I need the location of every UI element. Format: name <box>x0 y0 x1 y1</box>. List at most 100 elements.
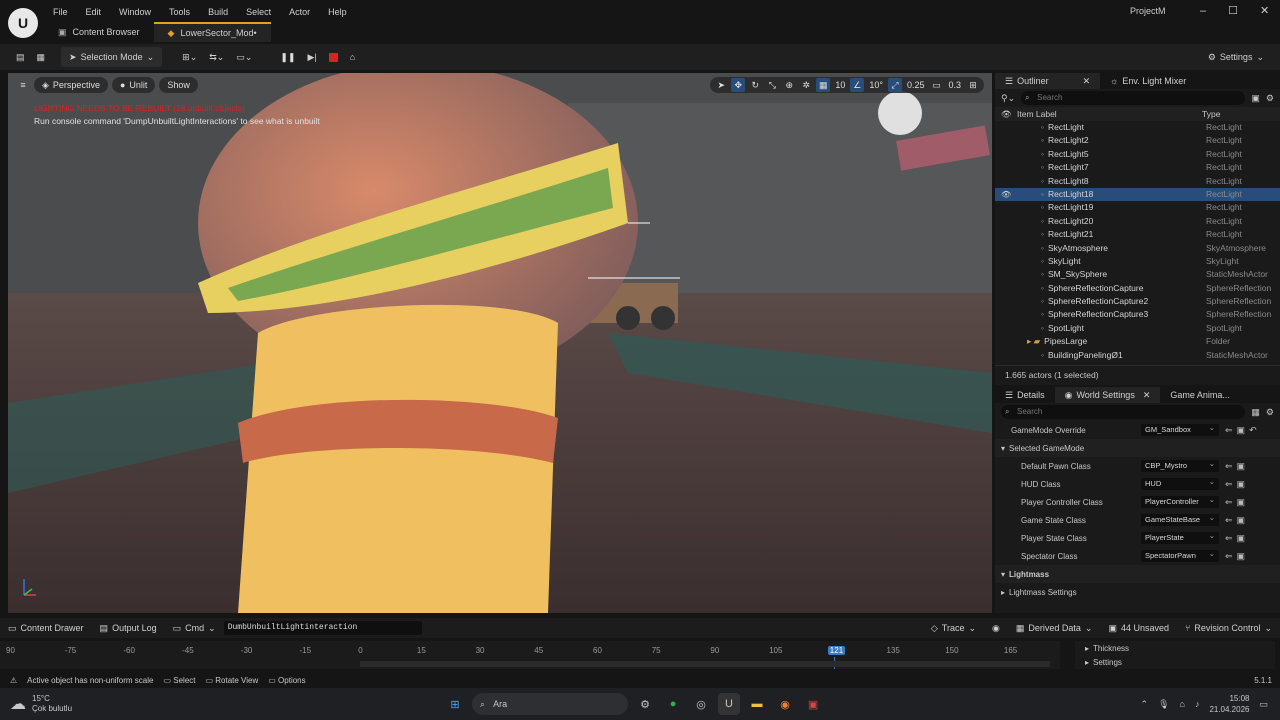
outliner-row[interactable]: ▸ ▰ PipesLarge Folder <box>995 335 1280 348</box>
camera-speed-icon[interactable]: ▭ <box>929 78 943 92</box>
visibility-icon[interactable] <box>995 282 1011 295</box>
close-icon[interactable]: ✕ <box>1260 4 1269 17</box>
cmd-selector[interactable]: ▭ Cmd ⌄ <box>165 618 224 638</box>
visibility-icon[interactable] <box>995 255 1011 268</box>
console-input[interactable]: DumbUnbuiltLightinteraction <box>223 621 422 635</box>
add-actor-button[interactable]: ⊞⌄ <box>176 47 203 67</box>
timeline-track[interactable] <box>360 661 1050 667</box>
find-asset-icon[interactable]: ▣ <box>1237 533 1246 544</box>
rotation-snap-value[interactable]: 10° <box>867 80 885 90</box>
visibility-icon[interactable] <box>995 228 1011 241</box>
browse-asset-icon[interactable]: ⇐ <box>1225 479 1233 490</box>
add-folder-icon[interactable]: ▣ <box>1251 93 1260 104</box>
visibility-icon[interactable] <box>995 349 1011 362</box>
outliner-row[interactable]: ◦ SpotLight SpotLight <box>995 322 1280 335</box>
stop-button[interactable] <box>323 47 344 67</box>
eject-button[interactable]: ⌂ <box>344 47 361 67</box>
step-button[interactable]: ▶| <box>302 47 323 67</box>
menu-tools[interactable]: Tools <box>160 0 199 24</box>
selection-mode-button[interactable]: ➤ Selection Mode ⌄ <box>61 47 163 67</box>
unlit-button[interactable]: ● Unlit <box>111 77 156 93</box>
media-app-icon[interactable]: ▣ <box>802 693 824 715</box>
thickness-section[interactable]: ▸ Thickness <box>1075 641 1275 655</box>
tab-content-browser[interactable]: ▣ Content Browser <box>44 22 154 42</box>
menu-select[interactable]: Select <box>237 0 280 24</box>
property-dropdown[interactable]: CBP_Mystro <box>1141 458 1219 472</box>
settings-section[interactable]: ▸ Settings <box>1075 655 1275 669</box>
save-icon[interactable]: ▤ <box>10 47 31 67</box>
unreal-logo-icon[interactable]: U <box>8 8 38 38</box>
scale-snap-icon[interactable]: ⤢ <box>887 78 902 92</box>
microphone-icon[interactable]: 🎙 <box>1158 699 1169 710</box>
tab-details[interactable]: ☰ Details <box>995 387 1055 403</box>
find-asset-icon[interactable]: ▣ <box>1237 461 1246 472</box>
steam-icon[interactable]: ◎ <box>690 693 712 715</box>
rotate-tool-icon[interactable]: ↻ <box>748 78 762 92</box>
outliner-row[interactable]: ◦ SkyLight SkyLight <box>995 255 1280 268</box>
file-explorer-icon[interactable]: ▬ <box>746 693 768 715</box>
outliner-row[interactable]: ◦ RectLight8 RectLight <box>995 175 1280 188</box>
filter-icon[interactable]: ⚲⌄ <box>1001 93 1015 104</box>
unsaved-button[interactable]: ▣ 44 Unsaved <box>1100 618 1177 638</box>
outliner-search-input[interactable]: ⌕ Search <box>1021 91 1246 105</box>
surface-snap-icon[interactable]: ✲ <box>799 78 813 92</box>
derived-data-button[interactable]: ▦ Derived Data ⌄ <box>1008 618 1101 638</box>
maximize-icon[interactable]: ☐ <box>1228 4 1238 17</box>
menu-window[interactable]: Window <box>110 0 160 24</box>
translate-tool-icon[interactable]: ✥ <box>731 78 746 92</box>
settings-button[interactable]: ⚙ Settings ⌄ <box>1202 47 1270 67</box>
gamemode-override-dropdown[interactable]: GM_Sandbox <box>1141 422 1219 436</box>
show-button[interactable]: Show <box>159 77 198 93</box>
perspective-button[interactable]: ◈ Perspective <box>34 77 108 93</box>
visibility-icon[interactable] <box>995 322 1011 335</box>
outliner-row[interactable]: ◦ RectLight7 RectLight <box>995 161 1280 174</box>
reset-icon[interactable]: ↶ <box>1249 425 1257 436</box>
menu-help[interactable]: Help <box>319 0 356 24</box>
select-tool-icon[interactable]: ➤ <box>714 78 728 92</box>
settings-gear-icon[interactable]: ⚙ <box>1266 407 1274 418</box>
visibility-icon[interactable] <box>995 175 1011 188</box>
windows-start-icon[interactable]: ⊞ <box>444 693 466 715</box>
trace-button[interactable]: ◇ Trace ⌄ <box>923 618 984 638</box>
outliner-row[interactable]: ◦ SphereReflectionCapture SphereReflection <box>995 282 1280 295</box>
visibility-icon[interactable] <box>995 148 1011 161</box>
visibility-icon[interactable] <box>995 201 1011 214</box>
world-space-icon[interactable]: ⊕ <box>782 78 796 92</box>
menu-file[interactable]: File <box>44 0 77 24</box>
close-tab-icon[interactable]: ✕ <box>1143 387 1151 403</box>
details-search-input[interactable]: ⌕ Search <box>1001 405 1246 419</box>
browse-asset-icon[interactable]: ⇐ <box>1225 551 1233 562</box>
column-item-label[interactable]: Item Label <box>1017 109 1202 119</box>
grid-snap-icon[interactable]: ▦ <box>816 78 831 92</box>
tab-outliner[interactable]: ☰ Outliner ✕ <box>995 73 1101 89</box>
volume-icon[interactable]: ♪ <box>1195 699 1200 709</box>
content-drawer-button[interactable]: ▭ Content Drawer <box>0 618 92 638</box>
outliner-row[interactable]: ◦ RectLight21 RectLight <box>995 228 1280 241</box>
camera-speed-value[interactable]: 0.3 <box>946 80 963 90</box>
lightmass-settings-row[interactable]: ▸ Lightmass Settings <box>995 583 1280 601</box>
outliner-row[interactable]: ◦ RectLight2 RectLight <box>995 134 1280 147</box>
record-icon[interactable]: ◉ <box>984 618 1008 638</box>
browse-asset-icon[interactable]: ⇐ <box>1225 515 1233 526</box>
lightmass-section[interactable]: ▾ Lightmass <box>995 565 1280 583</box>
outliner-row[interactable]: ◦ SkyAtmosphere SkyAtmosphere <box>995 242 1280 255</box>
tab-level[interactable]: ◆ LowerSector_Mod• <box>153 22 271 42</box>
outliner-row[interactable]: ◦ BuildingPanelingØ1 StaticMeshActor <box>995 349 1280 362</box>
property-dropdown[interactable]: PlayerController <box>1141 494 1219 508</box>
find-asset-icon[interactable]: ▣ <box>1237 425 1246 436</box>
network-icon[interactable]: ⌂ <box>1180 699 1185 709</box>
tab-game-animation[interactable]: Game Anima... <box>1160 387 1240 403</box>
selected-gamemode-section[interactable]: ▾ Selected GameMode <box>995 439 1280 457</box>
property-dropdown[interactable]: SpectatorPawn <box>1141 548 1219 562</box>
visibility-icon[interactable] <box>995 242 1011 255</box>
visibility-icon[interactable] <box>995 268 1011 281</box>
weather-widget[interactable]: ☁ 15°C Çok bulutlu <box>10 694 72 714</box>
level-viewport[interactable]: ≡ ◈ Perspective ● Unlit Show LIGHTING NEED… <box>8 73 992 613</box>
tray-chevron-icon[interactable]: ⌃ <box>1141 699 1149 710</box>
find-asset-icon[interactable]: ▣ <box>1237 479 1246 490</box>
layout-icon[interactable]: ⊞ <box>966 78 980 92</box>
visibility-icon[interactable] <box>995 295 1011 308</box>
timeline-ruler[interactable]: 90 -75 -60 -45 -30 -15 0 15 30 45 60 75 90 105 121 135 1… <box>0 641 1060 669</box>
outliner-row[interactable]: ◦ SphereReflectionCapture2 SphereReflectio… <box>995 295 1280 308</box>
visibility-icon[interactable] <box>995 335 1011 348</box>
